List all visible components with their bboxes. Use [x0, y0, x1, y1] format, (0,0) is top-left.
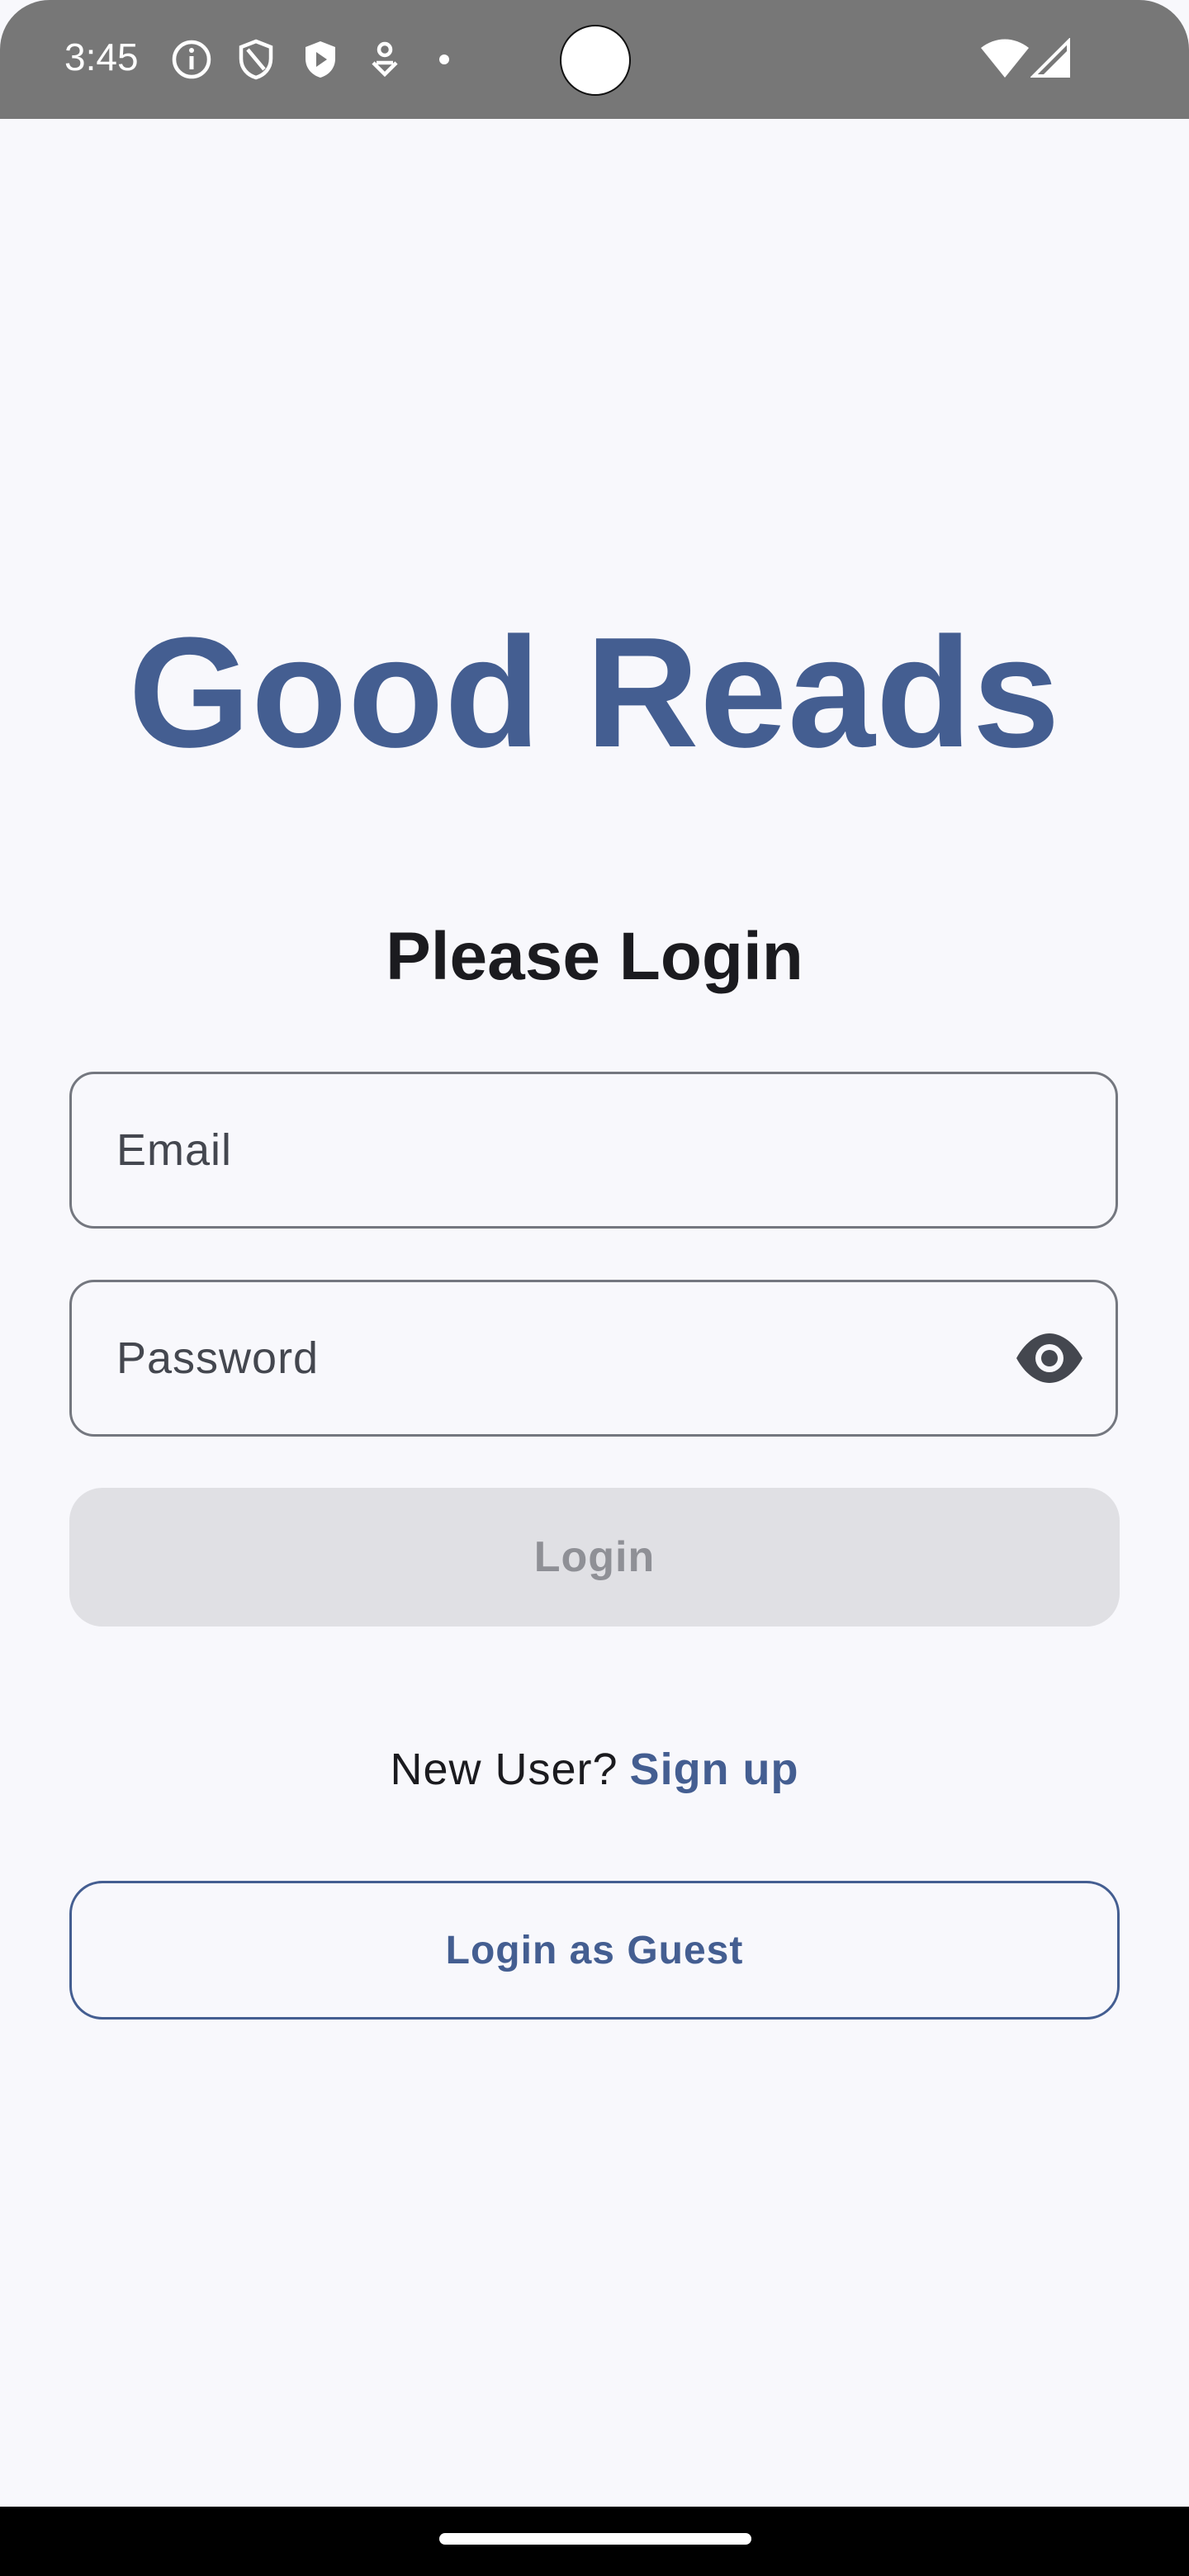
camera-cutout [560, 25, 631, 96]
cellular-signal-icon [1030, 38, 1070, 78]
email-field[interactable] [69, 1072, 1118, 1229]
password-input[interactable] [116, 1282, 942, 1434]
navigation-bar [0, 2507, 1189, 2576]
play-shield-icon [306, 41, 335, 78]
dot-icon [439, 54, 449, 64]
app-title: Good Reads [128, 605, 1061, 780]
status-bar: 3:45 [0, 0, 1189, 119]
login-button[interactable]: Login [69, 1488, 1120, 1627]
status-time: 3:45 [64, 36, 139, 78]
signup-link[interactable]: Sign up [630, 1745, 799, 1794]
shield-outline-icon [239, 39, 273, 80]
page-title: Please Login [386, 919, 803, 994]
login-as-guest-button[interactable]: Login as Guest [69, 1881, 1120, 2020]
signup-row: New User? Sign up [0, 1744, 1189, 1795]
home-indicator[interactable] [439, 2533, 751, 2545]
email-input[interactable] [116, 1074, 942, 1226]
eye-icon[interactable] [1015, 1332, 1084, 1385]
info-icon [172, 40, 211, 79]
new-user-text: New User? [390, 1745, 618, 1794]
wifi-icon [981, 39, 1029, 78]
password-field[interactable] [69, 1280, 1118, 1437]
login-screen: 3:45 Good Reads Please Login Email Login… [0, 0, 1189, 2576]
pin-icon [372, 41, 398, 78]
